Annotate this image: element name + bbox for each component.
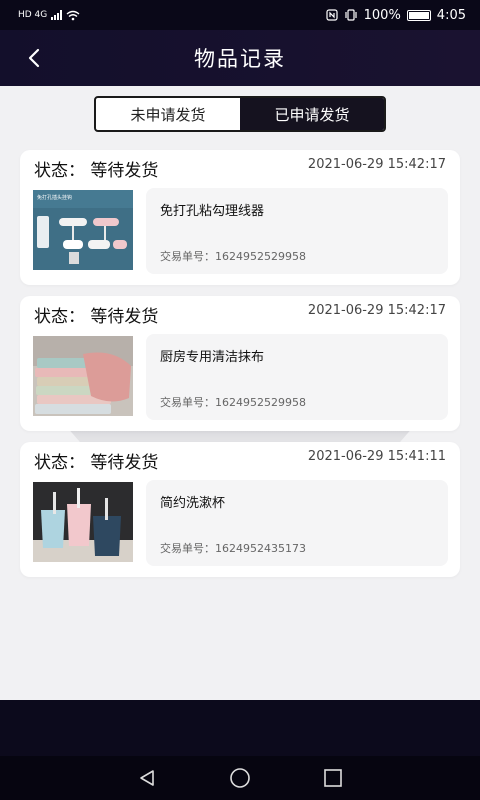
record-status: 状态： 等待发货 — [34, 161, 159, 181]
order-number: 交易单号：1624952529958 — [160, 250, 306, 263]
item-name: 简约洗漱杯 — [160, 496, 226, 511]
record-time: 2021-06-29 15:42:17 — [307, 303, 446, 318]
order-number: 交易单号：1624952529958 — [160, 396, 306, 409]
circle-home-icon — [230, 768, 250, 788]
record-card[interactable]: 状态： 等待发货 2021-06-29 15:42:17 厨房专用清洁抹布 交易… — [20, 296, 460, 431]
battery-icon — [406, 9, 431, 21]
segmented-tabs: 未申请发货 已申请发货 — [94, 96, 386, 132]
record-card[interactable]: 状态： 等待发货 2021-06-29 15:42:17 免打孔插头挂钩 免打孔… — [20, 150, 460, 285]
thumb-caption: 免打孔插头挂钩 — [37, 194, 72, 201]
nav-home-button[interactable] — [225, 763, 255, 793]
item-detail: 简约洗漱杯 交易单号：1624952435173 — [146, 480, 448, 566]
page-title: 物品记录 — [194, 47, 286, 71]
record-status: 状态： 等待发货 — [34, 307, 159, 327]
tab-not-applied[interactable]: 未申请发货 — [96, 98, 240, 130]
item-detail: 免打孔粘勾理线器 交易单号：1624952529958 — [146, 188, 448, 274]
product-thumbnail — [33, 336, 133, 416]
clock: 4:05 — [436, 7, 466, 23]
product-thumbnail: 免打孔插头挂钩 — [33, 190, 133, 270]
header: 物品记录 — [0, 30, 480, 86]
wifi-icon — [66, 10, 80, 20]
item-name: 厨房专用清洁抹布 — [160, 350, 265, 365]
vibrate-icon — [345, 9, 357, 21]
nfc-icon — [326, 9, 338, 21]
square-recents-icon — [324, 769, 343, 787]
nav-recents-button[interactable] — [318, 763, 348, 793]
record-time: 2021-06-29 15:42:17 — [307, 157, 446, 172]
product-thumbnail — [33, 482, 133, 562]
battery-percent: 100% — [363, 7, 401, 23]
system-nav-bar — [0, 756, 480, 800]
order-number: 交易单号：1624952435173 — [160, 542, 306, 555]
back-button[interactable] — [18, 42, 50, 74]
bottom-spacer — [0, 700, 480, 756]
chevron-left-icon — [28, 48, 40, 68]
network-label: HD 4G — [18, 10, 48, 20]
triangle-back-icon — [139, 770, 154, 786]
item-detail: 厨房专用清洁抹布 交易单号：1624952529958 — [146, 334, 448, 420]
record-card[interactable]: 状态： 等待发货 2021-06-29 15:41:11 简约洗漱杯 交易单号：… — [20, 442, 460, 577]
record-status: 状态： 等待发货 — [34, 453, 159, 473]
status-left: HD 4G — [18, 10, 80, 21]
status-bar: HD 4G 100% 4:05 — [0, 0, 480, 30]
tab-applied[interactable]: 已申请发货 — [240, 98, 384, 130]
nav-back-button[interactable] — [132, 763, 162, 793]
main-content: 未申请发货 已申请发货 状态： 等待发货 2021-06-29 15:42:17… — [0, 86, 480, 700]
signal-icon — [51, 10, 63, 20]
status-right: 100% 4:05 — [326, 8, 466, 23]
item-name: 免打孔粘勾理线器 — [160, 204, 265, 219]
record-time: 2021-06-29 15:41:11 — [307, 449, 446, 464]
